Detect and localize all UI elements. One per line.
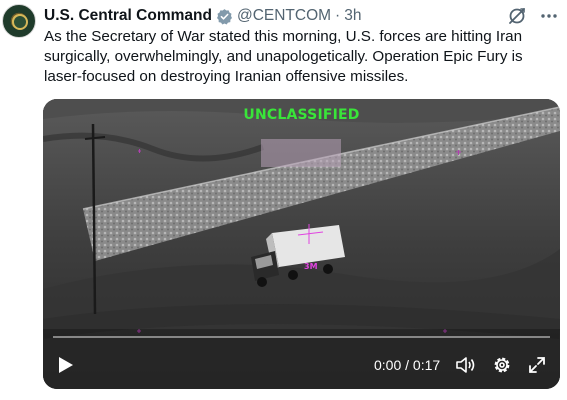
more-options-icon[interactable]: [539, 6, 559, 26]
tweet-header: U.S. Central Command @CENTCOM · 3h: [44, 5, 567, 27]
video-time-display: 0:00 / 0:17: [374, 357, 440, 373]
tweet-text: As the Secretary of War stated this morn…: [44, 28, 523, 85]
play-icon[interactable]: [57, 356, 75, 374]
video-progress-bar[interactable]: [53, 336, 550, 338]
author-handle[interactable]: @CENTCOM: [237, 7, 331, 25]
separator-dot: ·: [335, 7, 341, 24]
current-time: 0:00: [374, 357, 402, 373]
grok-icon[interactable]: [507, 6, 527, 26]
centcom-seal-icon[interactable]: [2, 4, 36, 38]
verified-badge-icon: [216, 8, 232, 24]
post-time[interactable]: 3h: [344, 7, 361, 25]
video-player[interactable]: UNCLASSIFIED 3M 0:00 / 0:17: [43, 99, 560, 389]
tweet: U.S. Central Command @CENTCOM · 3h As th…: [0, 0, 567, 400]
classification-overlay: UNCLASSIFIED: [243, 107, 360, 123]
target-range-label: 3M: [304, 262, 318, 271]
author-name[interactable]: U.S. Central Command: [44, 7, 212, 25]
settings-gear-icon[interactable]: [492, 355, 512, 375]
volume-icon[interactable]: [455, 355, 477, 375]
duration: 0:17: [412, 357, 441, 373]
fullscreen-icon[interactable]: [527, 355, 547, 375]
video-frame: [43, 99, 560, 389]
time-separator: /: [405, 357, 410, 373]
